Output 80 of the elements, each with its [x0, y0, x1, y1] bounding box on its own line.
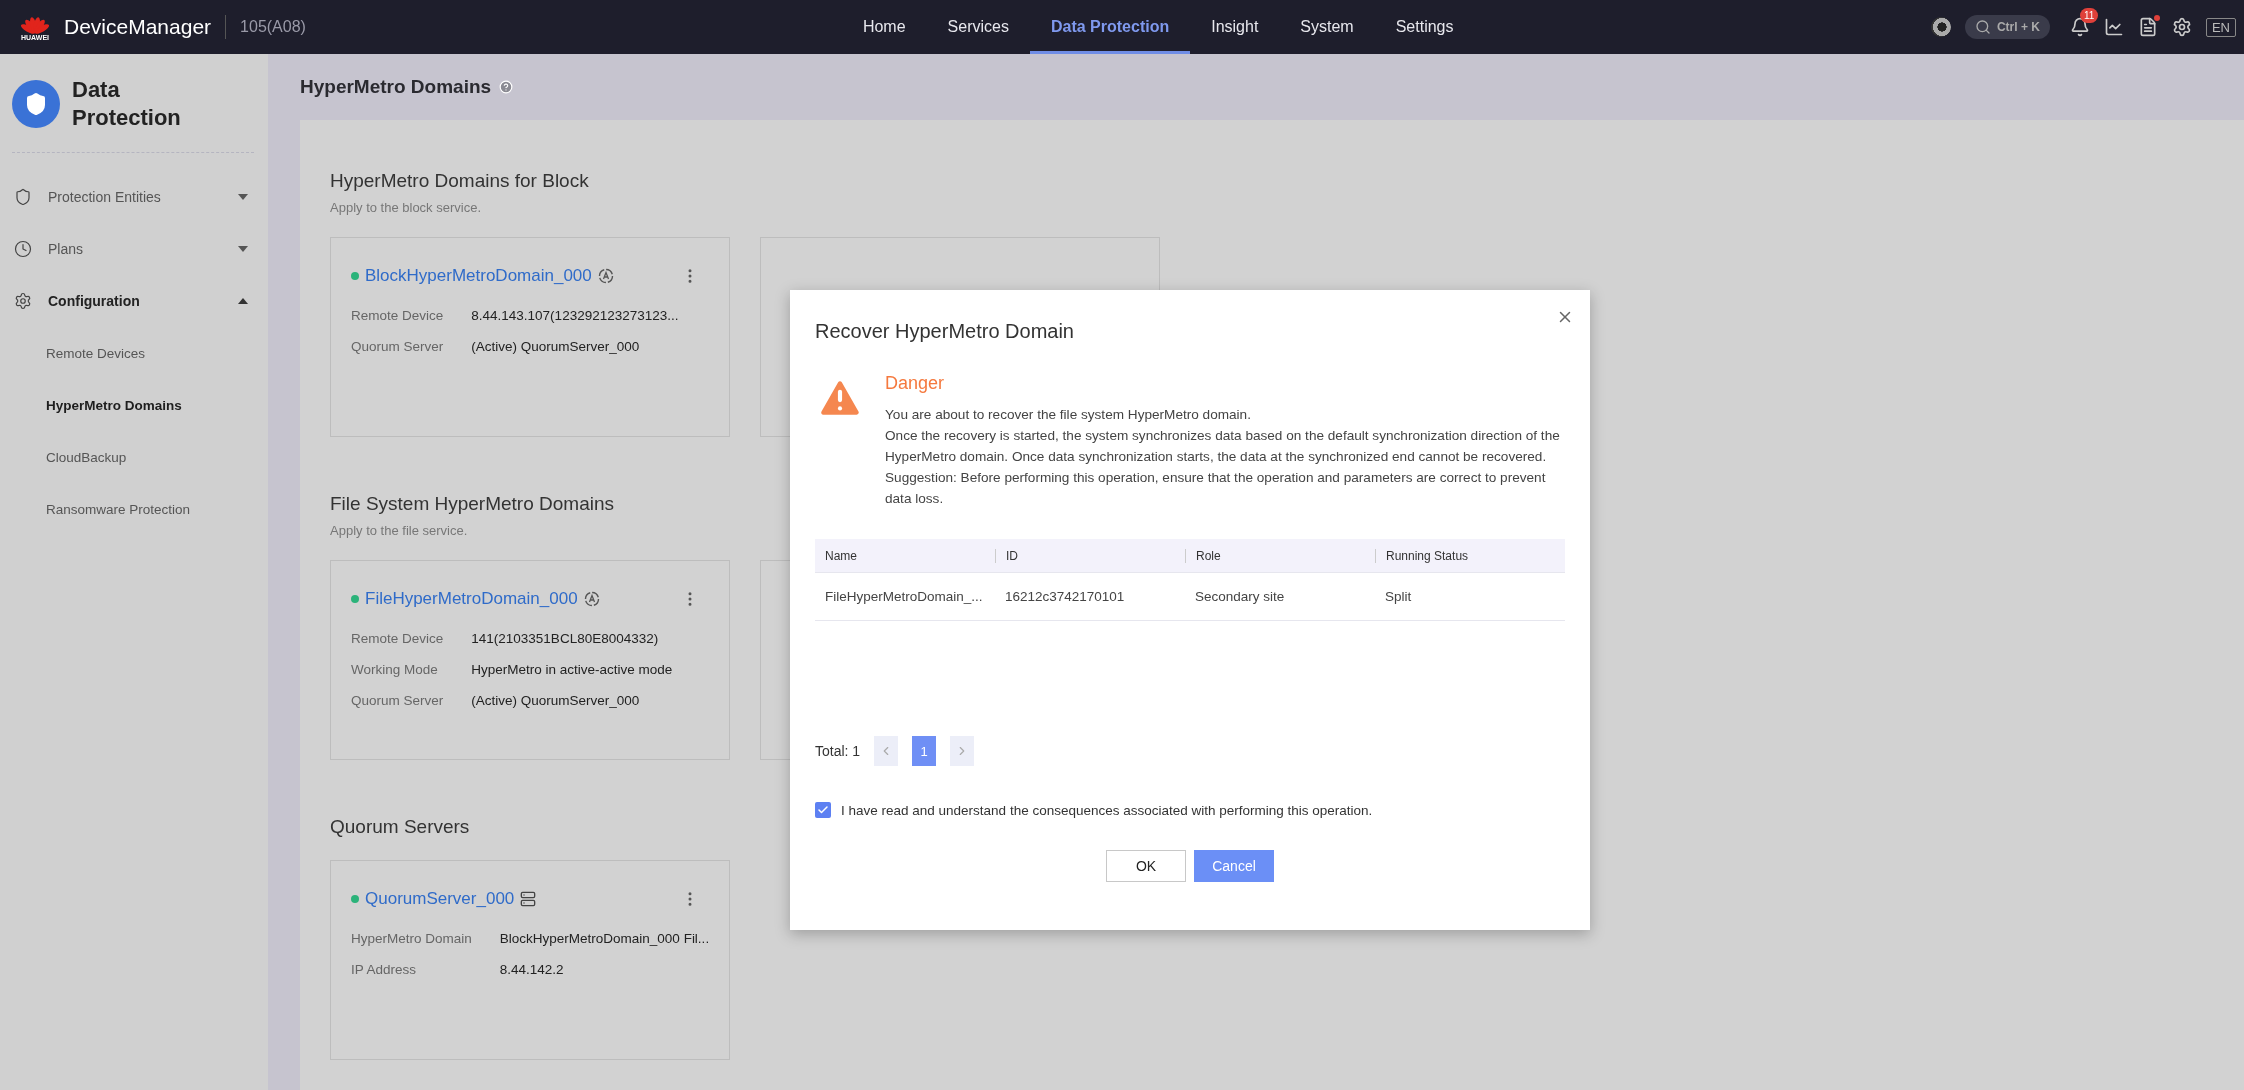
nav-tab[interactable]: Data Protection	[1029, 0, 1191, 54]
checkbox[interactable]	[815, 802, 831, 818]
table-cell-text: Split	[1384, 589, 1413, 604]
page-title: HyperMetro Domains	[300, 76, 492, 98]
alert-dot	[2153, 15, 2160, 21]
total-count: Total: 1	[815, 743, 861, 759]
shield-logo-icon	[12, 80, 60, 128]
shortcut-hint: Ctrl + K	[1996, 20, 2040, 34]
sidebar-subitem[interactable]: Remote Devices	[12, 327, 254, 379]
theme-toggle-icon[interactable]	[1930, 17, 1951, 37]
field-label: Remote Device	[351, 631, 444, 646]
alert-message: Once the recovery is started, the system synchronizes data based on the default synchronization direction of the HyperMetro domain. Once data synchronization starts, the data at the synchronized end cannot be recovered.	[885, 427, 1561, 466]
nav-tab[interactable]: Settings	[1374, 0, 1475, 54]
section-subtitle: Apply to the block service.	[330, 200, 482, 215]
alert-message: Suggestion: Before performing this operation, ensure that the operation and parameters are correct to prevent data loss.	[885, 469, 1547, 508]
field-label: Remote Device	[351, 308, 444, 323]
auto-sync-icon	[583, 591, 600, 607]
field-label: Quorum Server	[351, 693, 444, 708]
card-title-link[interactable]: FileHyperMetroDomain_000	[365, 589, 578, 609]
section-title: HyperMetro Domains for Block	[330, 170, 589, 192]
nav-tab[interactable]: Home	[841, 0, 927, 54]
device-name: 105(A08)	[240, 18, 306, 36]
cancel-button[interactable]: Cancel	[1194, 850, 1274, 882]
column-header: Role	[1185, 548, 1375, 563]
alert-title: Danger	[885, 373, 946, 394]
bell-icon[interactable]	[2069, 17, 2090, 37]
language-button[interactable]: EN	[2205, 17, 2236, 37]
section-title: Quorum Servers	[330, 816, 470, 838]
field-label: IP Address	[351, 962, 418, 977]
check-icon	[817, 804, 829, 816]
card-title-link[interactable]: BlockHyperMetroDomain_000	[365, 266, 592, 286]
table-cell-text: 16212c3742170101	[1004, 589, 1126, 604]
auto-sync-icon	[597, 268, 614, 284]
table-cell-text: Secondary site	[1194, 589, 1286, 604]
search-icon	[1974, 19, 1991, 35]
field-label: Working Mode	[351, 662, 439, 677]
field-value: HyperMetro in active-active mode	[471, 662, 673, 677]
sidebar-subitem[interactable]: Ransomware Protection	[12, 483, 254, 535]
field-value: (Active) QuorumServer_000	[471, 339, 641, 354]
field-value: 8.44.142.2	[499, 962, 565, 977]
field-value: BlockHyperMetroDomain_000 Fil...	[499, 931, 710, 946]
chart-icon[interactable]	[2103, 17, 2124, 37]
status-dot	[351, 895, 359, 903]
column-header: ID	[995, 548, 1185, 563]
sidebar-item[interactable]: Protection Entities	[12, 171, 254, 223]
dialog-title: Recover HyperMetro Domain	[815, 320, 1074, 343]
section-title: File System HyperMetro Domains	[330, 493, 615, 515]
search-field[interactable]: Ctrl + K	[1964, 15, 2050, 39]
status-dot	[351, 272, 359, 280]
card-title-link[interactable]: QuorumServer_000	[365, 889, 515, 909]
gear-icon	[14, 292, 32, 310]
sidebar-item[interactable]: Plans	[12, 223, 254, 275]
sidebar-subitem[interactable]: CloudBackup	[12, 431, 254, 483]
column-header: Name	[824, 548, 858, 563]
help-icon[interactable]	[499, 80, 514, 94]
nav-tab[interactable]: System	[1279, 0, 1375, 54]
server-icon	[520, 891, 537, 907]
sidebar-item[interactable]: Configuration	[12, 275, 254, 327]
settings-icon[interactable]	[2171, 17, 2192, 37]
alert-message: You are about to recover the file system HyperMetro domain.	[885, 406, 1252, 424]
checkbox-label[interactable]: I have read and understand the consequences associated with performing this operation.	[841, 802, 1373, 818]
app-title: DeviceManager	[64, 15, 227, 39]
field-label: Quorum Server	[351, 339, 444, 354]
ok-button[interactable]: OK	[1106, 850, 1186, 882]
section-subtitle: Apply to the file service.	[330, 523, 468, 538]
field-value: 8.44.143.107(123292123273123...	[471, 308, 679, 323]
shield-icon	[14, 188, 32, 206]
status-dot	[351, 595, 359, 603]
nav-tab[interactable]: Insight	[1190, 0, 1280, 54]
clock-icon	[14, 240, 32, 258]
field-value: 141(2103351BCL80E8004332)	[471, 631, 660, 646]
field-value: (Active) QuorumServer_000	[471, 693, 641, 708]
page-button[interactable]: 1	[912, 736, 937, 766]
sidebar-title: Data Protection	[72, 76, 182, 132]
column-header: Running Status	[1375, 548, 1565, 563]
sidebar-subitem[interactable]: HyperMetro Domains	[12, 379, 254, 431]
nav-tab[interactable]: Services	[926, 0, 1030, 54]
notification-count: 11	[2079, 8, 2099, 23]
table-cell-text: FileHyperMetroDomain_...	[824, 589, 984, 604]
field-label: HyperMetro Domain	[351, 931, 472, 946]
